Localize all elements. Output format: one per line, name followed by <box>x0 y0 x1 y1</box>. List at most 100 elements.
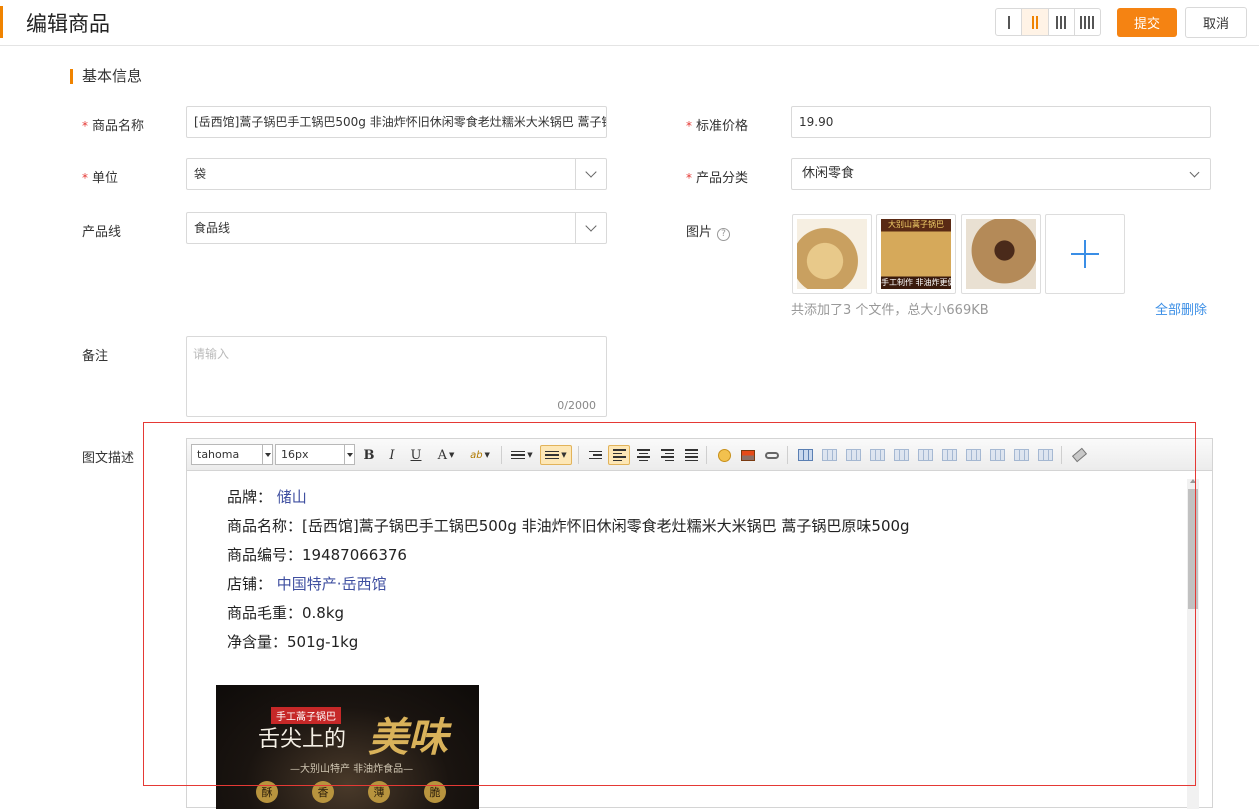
ordered-list-button[interactable]: ▼ <box>508 445 536 465</box>
align-right-icon <box>660 449 674 461</box>
split-cells-button[interactable] <box>987 445 1007 465</box>
scroll-up-icon[interactable] <box>1190 479 1196 483</box>
product-line-value: 食品线 <box>194 221 231 235</box>
editor-toolbar: tahoma 16px B I U A ▼ ab ▼ ▼ ▼ <box>187 439 1212 471</box>
toolbar-divider <box>1061 446 1062 464</box>
layout-3-column-button[interactable] <box>1049 9 1075 35</box>
merge-cells-icon <box>965 449 981 461</box>
product-name-input[interactable]: [岳西馆]蒿子锅巴手工锅巴500g 非油炸怀旧休闲零食老灶糯米大米锅巴 蒿子锅 <box>186 106 607 138</box>
italic-button[interactable]: I <box>382 445 402 465</box>
banner-subtitle: —大别山特产 非油炸食品— <box>290 764 414 775</box>
unit-select[interactable]: 袋 <box>186 158 607 190</box>
required-mark: * <box>686 171 692 185</box>
split-rows-button[interactable] <box>1011 445 1031 465</box>
product-line-select[interactable]: 食品线 <box>186 212 607 244</box>
submit-button[interactable]: 提交 <box>1117 8 1177 37</box>
remark-char-count: 0/2000 <box>557 399 596 412</box>
add-image-button[interactable] <box>1045 214 1125 294</box>
layout-1-column-button[interactable] <box>996 9 1023 35</box>
thumb-2-top-caption: 大别山蒿子锅巴 <box>888 220 944 229</box>
cancel-button[interactable]: 取消 <box>1185 7 1247 38</box>
banner-headline: 舌尖上的 <box>258 727 347 752</box>
product-image-3 <box>966 219 1036 289</box>
toolbar-divider <box>578 446 579 464</box>
toolbar-divider <box>706 446 707 464</box>
split-cells-icon <box>989 449 1005 461</box>
font-color-button[interactable]: A ▼ <box>432 445 460 465</box>
remark-textarea[interactable]: 请输入 0/2000 <box>186 336 607 417</box>
split-rows-icon <box>1013 449 1029 461</box>
merge-cells-button[interactable] <box>963 445 983 465</box>
layout-2-column-button[interactable] <box>1022 9 1049 35</box>
font-family-select[interactable]: tahoma <box>191 444 273 465</box>
table-properties-icon <box>821 449 837 461</box>
scrollbar-thumb[interactable] <box>1188 489 1198 609</box>
insert-table-button[interactable] <box>795 445 815 465</box>
banner-char: 脆 <box>424 781 446 803</box>
insert-link-button[interactable] <box>762 445 782 465</box>
title-accent-bar <box>0 6 3 38</box>
insert-row-below-icon <box>869 449 885 461</box>
product-image-thumb-2[interactable]: 大别山蒿子锅巴 手工制作 非油炸更健康 <box>876 214 956 294</box>
link-icon <box>765 451 779 459</box>
banner-gold-text: 美味 <box>368 714 448 761</box>
delete-all-link[interactable]: 全部删除 <box>1155 299 1207 318</box>
align-center-button[interactable] <box>633 445 653 465</box>
shop-link[interactable]: 中国特产·岳西馆 <box>277 575 387 593</box>
insert-column-button[interactable] <box>915 445 935 465</box>
product-banner-image: 手工蒿子锅巴 舌尖上的 美味 —大别山特产 非油炸食品— 酥 香 薄 脆 <box>216 685 479 809</box>
unordered-list-icon <box>545 450 560 460</box>
banner-char: 酥 <box>256 781 278 803</box>
thumb-2-bottom-caption: 手工制作 非油炸更健康 <box>881 278 951 287</box>
unit-label: * 单位 <box>82 171 119 186</box>
justify-button[interactable] <box>681 445 701 465</box>
insert-row-above-button[interactable] <box>843 445 863 465</box>
standard-price-label: * 标准价格 <box>686 119 749 134</box>
toolbar-divider <box>787 446 788 464</box>
highlight-color-button[interactable]: ab ▼ <box>465 445 495 465</box>
product-image-thumb-1[interactable] <box>792 214 872 294</box>
product-image-thumb-3[interactable] <box>961 214 1041 294</box>
insert-row-below-button[interactable] <box>867 445 887 465</box>
banner-char: 香 <box>312 781 334 803</box>
bold-button[interactable]: B <box>359 445 379 465</box>
clear-format-button[interactable] <box>1069 445 1089 465</box>
layout-4-column-button[interactable] <box>1075 9 1100 35</box>
product-category-label: * 产品分类 <box>686 171 749 186</box>
weight-line: 商品毛重：0.8kg <box>227 604 345 622</box>
delete-row-button[interactable] <box>891 445 911 465</box>
table-icon <box>797 449 813 461</box>
unordered-list-button[interactable]: ▼ <box>540 445 572 465</box>
column-layout-switcher <box>995 8 1101 36</box>
split-columns-button[interactable] <box>1035 445 1055 465</box>
net-content-line: 净含量：501g-1kg <box>227 633 359 651</box>
insert-image-button[interactable] <box>738 445 758 465</box>
ordered-list-icon <box>511 450 526 460</box>
insert-column-icon <box>917 449 933 461</box>
table-properties-button[interactable] <box>819 445 839 465</box>
split-columns-icon <box>1037 449 1053 461</box>
font-size-select[interactable]: 16px <box>275 444 355 465</box>
help-icon[interactable]: ? <box>717 228 731 241</box>
banner-char: 薄 <box>368 781 390 803</box>
images-label: 图片? <box>686 221 731 241</box>
indent-button[interactable] <box>585 445 605 465</box>
product-image-1 <box>797 219 867 289</box>
unit-select-value: 袋 <box>194 167 207 181</box>
product-category-value: 休闲零食 <box>802 166 855 181</box>
align-left-button[interactable] <box>608 445 630 465</box>
editor-scrollbar[interactable] <box>1187 479 1199 809</box>
toolbar-divider <box>501 446 502 464</box>
delete-column-button[interactable] <box>939 445 959 465</box>
align-center-icon <box>636 449 650 461</box>
required-mark: * <box>82 171 88 185</box>
brand-link[interactable]: 储山 <box>277 488 307 506</box>
align-right-button[interactable] <box>657 445 677 465</box>
underline-button[interactable]: U <box>406 445 426 465</box>
emoji-button[interactable] <box>714 445 734 465</box>
required-mark: * <box>82 119 88 133</box>
file-info-text: 共添加了3 个文件，总大小669KB <box>791 303 989 318</box>
standard-price-input[interactable]: 19.90 <box>791 106 1211 138</box>
editor-content[interactable]: 品牌： 储山 商品名称：[岳西馆]蒿子锅巴手工锅巴500g 非油炸怀旧休闲零食老… <box>227 483 910 657</box>
product-category-select[interactable]: 休闲零食 <box>791 158 1211 190</box>
